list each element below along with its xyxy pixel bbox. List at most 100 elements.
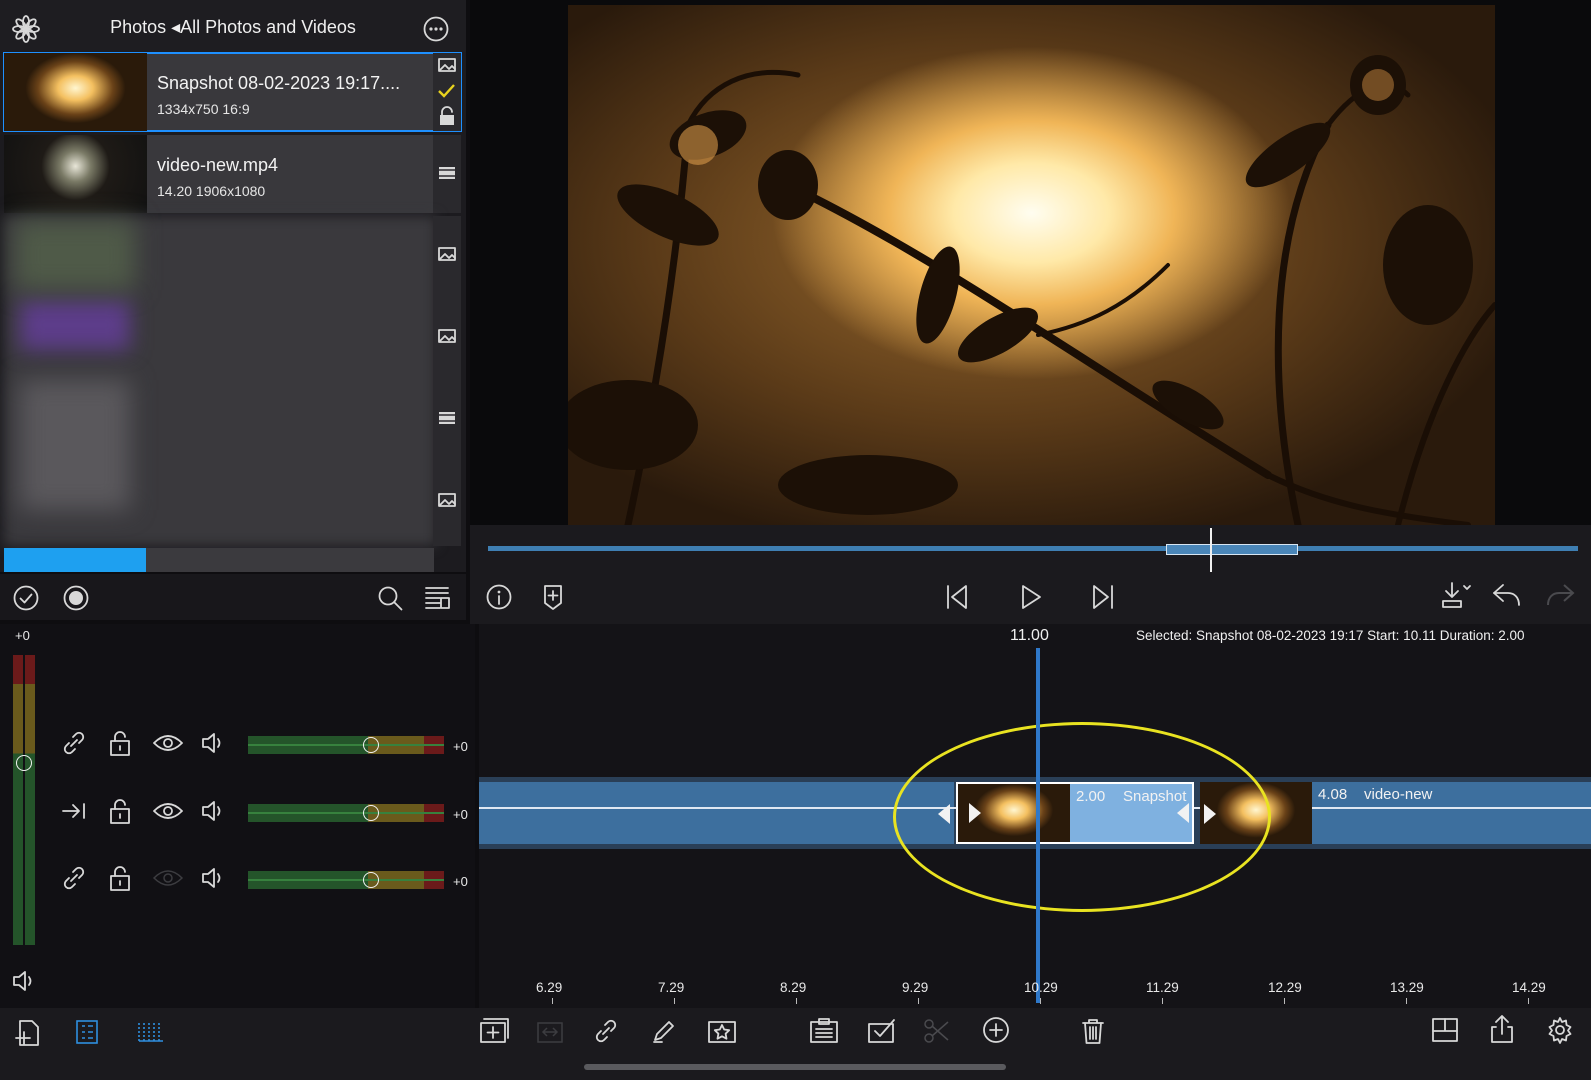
preview-image <box>568 55 1495 525</box>
more-options-icon[interactable] <box>423 16 449 42</box>
list-item[interactable]: video-new.mp4 14.20 1906x1080 <box>4 135 461 213</box>
replace-clip-icon <box>535 1016 567 1046</box>
link-icon[interactable] <box>60 864 88 892</box>
volume-icon[interactable] <box>200 799 226 823</box>
clip-name: video-new <box>1364 786 1433 803</box>
insert-clip-icon[interactable] <box>478 1016 510 1046</box>
ruler-tick-label: 12.29 <box>1268 980 1302 995</box>
ruler-tick-label: 10.29 <box>1024 980 1058 995</box>
unlock-icon[interactable] <box>108 797 132 825</box>
ruler-tick-mark <box>1528 998 1529 1004</box>
track-gain-meter[interactable] <box>248 804 444 822</box>
link-clips-icon[interactable] <box>592 1017 620 1045</box>
gain-knob[interactable] <box>363 872 379 888</box>
select-check-icon[interactable] <box>13 585 39 611</box>
eye-icon[interactable] <box>152 799 184 823</box>
play-icon[interactable] <box>1018 583 1044 611</box>
layout-icon[interactable] <box>1430 1016 1460 1044</box>
skip-forward-icon[interactable] <box>1090 583 1116 611</box>
clip-previous[interactable] <box>479 782 954 844</box>
paste-clipboard-icon[interactable] <box>808 1016 840 1046</box>
ruler-tick-mark <box>796 998 797 1004</box>
share-icon[interactable] <box>1488 1013 1516 1045</box>
list-view-icon[interactable] <box>74 1018 100 1046</box>
unlock-icon[interactable] <box>108 729 132 757</box>
image-icon <box>438 58 456 72</box>
item-side-icons <box>433 53 461 131</box>
highlight-ellipse <box>893 722 1271 912</box>
ruler-tick-mark <box>552 998 553 1004</box>
item-side-icons <box>433 135 461 213</box>
eye-hidden-icon[interactable] <box>152 866 184 890</box>
image-icon <box>438 493 456 507</box>
link-icon[interactable] <box>60 729 88 757</box>
scrubber-playhead[interactable] <box>1210 528 1212 572</box>
ruler-tick-label: 8.29 <box>780 980 807 995</box>
gain-knob[interactable] <box>363 737 379 753</box>
thumbnail <box>4 53 147 131</box>
home-indicator <box>584 1064 1006 1070</box>
add-to-project-icon[interactable] <box>14 1018 42 1048</box>
master-level-value: +0 <box>15 628 30 643</box>
thumbnail <box>4 135 147 213</box>
unlock-icon[interactable] <box>108 864 132 892</box>
record-icon[interactable] <box>63 585 89 611</box>
browser-title[interactable]: Photos ◂All Photos and Videos <box>0 17 466 38</box>
image-icon <box>438 247 456 261</box>
info-icon[interactable] <box>486 584 512 610</box>
select-clip-check-icon[interactable] <box>866 1016 898 1046</box>
master-level-knob[interactable] <box>16 755 32 771</box>
blur-patch-green <box>15 220 135 290</box>
selection-status: Selected: Snapshot 08-02-2023 19:17 Star… <box>1136 628 1525 643</box>
video-icon <box>439 167 455 179</box>
undo-icon[interactable] <box>1491 582 1523 608</box>
ruler-tick-label: 11.29 <box>1146 980 1179 995</box>
item-side-icons <box>433 216 461 546</box>
add-item-icon[interactable] <box>982 1016 1010 1044</box>
video-icon <box>439 412 455 424</box>
item-name: video-new.mp4 <box>157 155 279 175</box>
track-gain-value: +0 <box>453 739 468 754</box>
track-gain-meter[interactable] <box>248 736 444 754</box>
track-gain-value: +0 <box>453 807 468 822</box>
delete-trash-icon[interactable] <box>1080 1016 1106 1046</box>
blur-patch-purple <box>20 300 130 350</box>
edit-pencil-icon[interactable] <box>650 1017 678 1045</box>
ruler-tick-mark <box>1040 998 1041 1004</box>
image-icon <box>438 329 456 343</box>
track-gain-meter[interactable] <box>248 871 444 889</box>
item-meta: 14.20 1906x1080 <box>157 183 266 199</box>
track-line <box>1312 807 1591 809</box>
export-download-icon[interactable] <box>1440 580 1472 610</box>
master-level-meter-left <box>13 655 23 945</box>
ruler-tick-label: 9.29 <box>902 980 929 995</box>
ruler-tick-mark <box>1162 998 1163 1004</box>
redo-icon <box>1544 582 1576 608</box>
playhead[interactable] <box>1036 648 1040 1003</box>
gain-knob[interactable] <box>363 805 379 821</box>
sort-list-icon[interactable] <box>424 584 450 610</box>
favorite-clip-icon[interactable] <box>706 1016 738 1046</box>
waveform-view-icon[interactable] <box>136 1018 164 1046</box>
item-name: Snapshot 08-02-2023 19:17.... <box>157 73 401 93</box>
preview-frame <box>568 5 1495 525</box>
ruler-tick-mark <box>918 998 919 1004</box>
scrubber-selection[interactable] <box>1166 544 1298 555</box>
forward-icon[interactable] <box>60 797 88 825</box>
settings-gear-icon[interactable] <box>1546 1016 1574 1044</box>
volume-icon[interactable] <box>200 731 226 755</box>
skip-back-icon[interactable] <box>944 583 970 611</box>
add-marker-icon[interactable] <box>542 583 564 611</box>
ruler-tick-label: 7.29 <box>658 980 685 995</box>
master-volume-icon[interactable] <box>11 969 37 993</box>
lock-icon <box>440 106 454 125</box>
scrubber-track[interactable] <box>488 546 1578 551</box>
item-meta: 1334x750 16:9 <box>157 101 250 117</box>
eye-icon[interactable] <box>152 731 184 755</box>
list-item[interactable]: Snapshot 08-02-2023 19:17.... 1334x750 1… <box>3 52 462 132</box>
ruler-tick-mark <box>1284 998 1285 1004</box>
playhead-time: 11.00 <box>1010 627 1049 644</box>
blur-patch-grey <box>20 380 130 510</box>
volume-icon[interactable] <box>200 866 226 890</box>
search-icon[interactable] <box>377 585 405 613</box>
